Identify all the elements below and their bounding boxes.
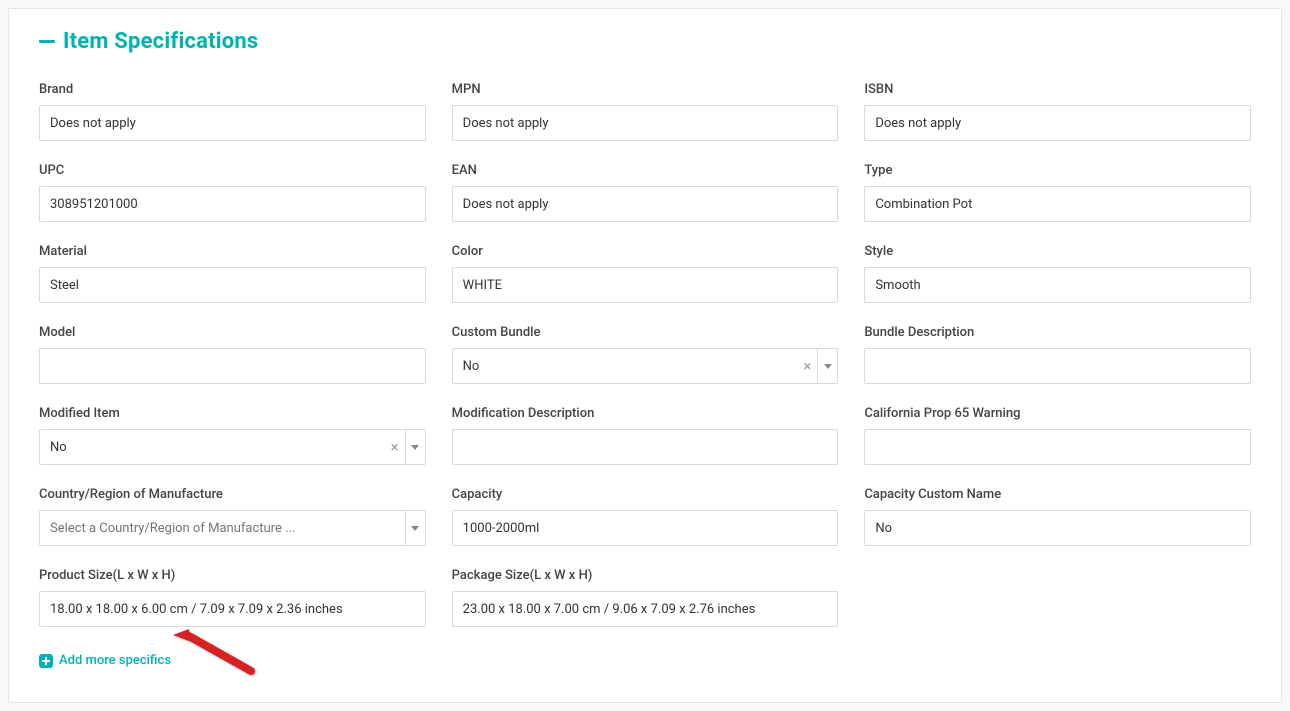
- plus-icon: [39, 654, 53, 668]
- color-label: Color: [452, 244, 839, 259]
- prop65-label: California Prop 65 Warning: [864, 406, 1251, 421]
- bundle-description-label: Bundle Description: [864, 325, 1251, 340]
- type-input[interactable]: [864, 186, 1251, 222]
- capacity-custom-name-input[interactable]: [864, 510, 1251, 546]
- field-mpn: MPN: [452, 82, 839, 141]
- country-label: Country/Region of Manufacture: [39, 487, 426, 502]
- field-material: Material: [39, 244, 426, 303]
- field-upc: UPC: [39, 163, 426, 222]
- style-input[interactable]: [864, 267, 1251, 303]
- package-size-input[interactable]: [452, 591, 839, 627]
- product-size-input[interactable]: [39, 591, 426, 627]
- capacity-input[interactable]: [452, 510, 839, 546]
- field-capacity-custom-name: Capacity Custom Name: [864, 487, 1251, 546]
- field-product-size: Product Size(L x W x H): [39, 568, 426, 627]
- section-header: Item Specifications: [39, 29, 1251, 54]
- country-value[interactable]: [40, 511, 405, 545]
- capacity-label: Capacity: [452, 487, 839, 502]
- annotation-arrow-icon: [171, 627, 261, 687]
- bundle-description-input[interactable]: [864, 348, 1251, 384]
- mpn-input[interactable]: [452, 105, 839, 141]
- package-size-label: Package Size(L x W x H): [452, 568, 839, 583]
- modification-description-input[interactable]: [452, 429, 839, 465]
- field-custom-bundle: Custom Bundle ×: [452, 325, 839, 384]
- field-bundle-description: Bundle Description: [864, 325, 1251, 384]
- field-brand: Brand: [39, 82, 426, 141]
- brand-input[interactable]: [39, 105, 426, 141]
- field-package-size: Package Size(L x W x H): [452, 568, 839, 627]
- upc-label: UPC: [39, 163, 426, 178]
- chevron-down-icon: [824, 364, 832, 369]
- isbn-input[interactable]: [864, 105, 1251, 141]
- collapse-icon[interactable]: [39, 40, 55, 43]
- capacity-custom-name-label: Capacity Custom Name: [864, 487, 1251, 502]
- color-input[interactable]: [452, 267, 839, 303]
- chevron-down-icon: [411, 526, 419, 531]
- mpn-label: MPN: [452, 82, 839, 97]
- field-country: Country/Region of Manufacture: [39, 487, 426, 546]
- field-type: Type: [864, 163, 1251, 222]
- dropdown-toggle[interactable]: [405, 511, 425, 545]
- custom-bundle-value[interactable]: [453, 349, 798, 383]
- country-select[interactable]: [39, 510, 426, 546]
- chevron-down-icon: [411, 445, 419, 450]
- model-input[interactable]: [39, 348, 426, 384]
- field-ean: EAN: [452, 163, 839, 222]
- ean-input[interactable]: [452, 186, 839, 222]
- custom-bundle-select[interactable]: ×: [452, 348, 839, 384]
- section-title: Item Specifications: [63, 29, 258, 54]
- dropdown-toggle[interactable]: [405, 430, 425, 464]
- field-model: Model: [39, 325, 426, 384]
- field-isbn: ISBN: [864, 82, 1251, 141]
- dropdown-toggle[interactable]: [817, 349, 837, 383]
- modified-item-value[interactable]: [40, 430, 385, 464]
- add-more-label: Add more specifics: [59, 653, 171, 668]
- isbn-label: ISBN: [864, 82, 1251, 97]
- field-color: Color: [452, 244, 839, 303]
- modified-item-select[interactable]: ×: [39, 429, 426, 465]
- add-more-specifics-link[interactable]: Add more specifics: [39, 653, 171, 668]
- modified-item-label: Modified Item: [39, 406, 426, 421]
- clear-icon[interactable]: ×: [385, 440, 405, 455]
- modification-description-label: Modification Description: [452, 406, 839, 421]
- ean-label: EAN: [452, 163, 839, 178]
- model-label: Model: [39, 325, 426, 340]
- upc-input[interactable]: [39, 186, 426, 222]
- material-input[interactable]: [39, 267, 426, 303]
- product-size-label: Product Size(L x W x H): [39, 568, 426, 583]
- specifications-form: Brand MPN ISBN UPC EAN Type Material: [39, 82, 1251, 627]
- type-label: Type: [864, 163, 1251, 178]
- item-specifications-panel: Item Specifications Brand MPN ISBN UPC E…: [8, 8, 1282, 703]
- prop65-input[interactable]: [864, 429, 1251, 465]
- brand-label: Brand: [39, 82, 426, 97]
- field-prop65: California Prop 65 Warning: [864, 406, 1251, 465]
- field-style: Style: [864, 244, 1251, 303]
- field-modification-description: Modification Description: [452, 406, 839, 465]
- material-label: Material: [39, 244, 426, 259]
- field-capacity: Capacity: [452, 487, 839, 546]
- clear-icon[interactable]: ×: [797, 359, 817, 374]
- field-modified-item: Modified Item ×: [39, 406, 426, 465]
- custom-bundle-label: Custom Bundle: [452, 325, 839, 340]
- style-label: Style: [864, 244, 1251, 259]
